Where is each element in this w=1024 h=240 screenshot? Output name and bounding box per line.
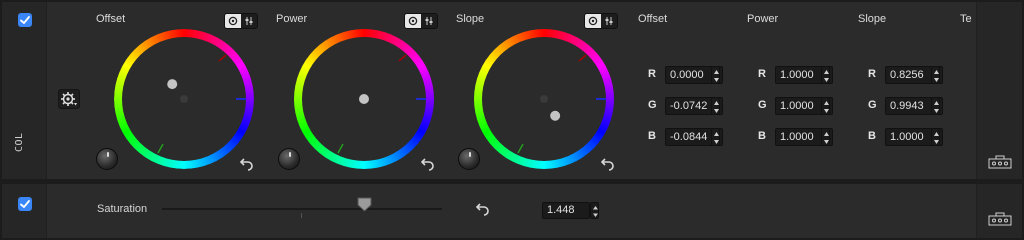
saturation-stepper[interactable] — [590, 202, 599, 219]
col-panel-left-strip: COL — [2, 2, 47, 179]
stepper-arrows-icon — [714, 101, 719, 113]
sliders-icon — [605, 17, 613, 25]
channel-label-g: G — [758, 99, 767, 111]
value-stepper[interactable] — [821, 97, 830, 115]
power-master-knob[interactable] — [278, 148, 300, 170]
slope-color-wheel[interactable] — [474, 29, 614, 169]
sat-panel-right-strip — [976, 184, 1022, 238]
value-stepper[interactable] — [931, 97, 940, 115]
channel-label-g: G — [648, 99, 657, 111]
power-wheel-title: Power — [276, 13, 308, 25]
saturation-slider-handle[interactable] — [357, 197, 372, 212]
wheel-center-dot — [180, 95, 188, 103]
gear-icon — [61, 92, 77, 106]
channel-label-b: B — [868, 130, 876, 142]
wheel-puck[interactable] — [359, 94, 369, 104]
bars-mode-button[interactable] — [601, 14, 617, 28]
slope-mode-toggle[interactable] — [584, 13, 618, 29]
target-icon — [228, 16, 238, 26]
cut-column-header: Te — [960, 13, 972, 25]
undo-icon[interactable] — [601, 157, 615, 171]
undo-icon[interactable] — [240, 157, 254, 171]
stepper-arrows-icon — [714, 70, 719, 82]
bars-mode-button[interactable] — [241, 14, 257, 28]
stepper-arrows-icon — [824, 70, 829, 82]
value-stepper[interactable] — [711, 97, 720, 115]
power-color-wheel[interactable] — [294, 29, 434, 169]
value-stepper[interactable] — [711, 66, 720, 84]
wheel-puck[interactable] — [167, 79, 178, 90]
channel-label-g: G — [868, 99, 877, 111]
wheel-mode-button[interactable] — [405, 14, 421, 28]
stepper-arrows-icon — [824, 101, 829, 113]
target-icon — [408, 16, 418, 26]
value-stepper[interactable] — [821, 128, 830, 146]
color-panel: COL Offset Power Slope Offset Power Slop… — [2, 2, 1022, 179]
wheel-puck[interactable] — [550, 110, 561, 121]
slider-default-tick — [301, 213, 302, 218]
saturation-panel: Saturation 1.448 — [2, 184, 1022, 238]
slope-wheel-title: Slope — [456, 13, 485, 25]
channel-label-b: B — [648, 130, 656, 142]
stepper-arrows-icon — [934, 70, 939, 82]
stepper-arrows-icon — [714, 132, 719, 144]
undo-icon[interactable] — [476, 202, 490, 216]
saturation-slider-track[interactable] — [162, 208, 442, 210]
sat-panel-left-strip — [2, 184, 47, 238]
wheel-mode-button[interactable] — [225, 14, 241, 28]
check-icon — [20, 200, 30, 208]
sliders-icon — [425, 17, 433, 25]
saturation-label: Saturation — [97, 203, 148, 215]
col-side-label: COL — [14, 132, 25, 152]
channel-label-r: R — [868, 68, 876, 80]
stepper-arrows-icon — [934, 101, 939, 113]
value-stepper[interactable] — [931, 66, 940, 84]
offset-mode-toggle[interactable] — [224, 13, 258, 29]
channel-label-r: R — [648, 68, 656, 80]
channel-label-r: R — [758, 68, 766, 80]
wheel-center-dot — [540, 95, 548, 103]
col-enable-checkbox[interactable] — [18, 13, 32, 27]
offset-column-header: Offset — [638, 13, 668, 25]
bars-mode-button[interactable] — [421, 14, 437, 28]
stepper-arrows-icon — [824, 132, 829, 144]
gear-settings-button[interactable] — [58, 89, 80, 109]
value-stepper[interactable] — [931, 128, 940, 146]
target-icon — [588, 16, 598, 26]
col-panel-right-strip — [976, 2, 1022, 179]
slope-column-header: Slope — [858, 13, 887, 25]
offset-master-knob[interactable] — [96, 148, 118, 170]
value-stepper[interactable] — [821, 66, 830, 84]
stepper-arrows-icon — [934, 132, 939, 144]
power-mode-toggle[interactable] — [404, 13, 438, 29]
value-stepper[interactable] — [711, 128, 720, 146]
node-icon[interactable] — [988, 212, 1012, 226]
power-column-header: Power — [747, 13, 779, 25]
wheel-mode-button[interactable] — [585, 14, 601, 28]
stepper-arrows-icon — [593, 206, 598, 217]
sliders-icon — [245, 17, 253, 25]
offset-wheel-title: Offset — [96, 13, 126, 25]
check-icon — [20, 16, 30, 24]
saturation-value-field[interactable]: 1.448 — [542, 202, 590, 219]
node-icon[interactable] — [988, 155, 1012, 169]
sat-enable-checkbox[interactable] — [18, 197, 32, 211]
offset-color-wheel[interactable] — [114, 29, 254, 169]
slope-master-knob[interactable] — [458, 148, 480, 170]
undo-icon[interactable] — [421, 157, 435, 171]
channel-label-b: B — [758, 130, 766, 142]
